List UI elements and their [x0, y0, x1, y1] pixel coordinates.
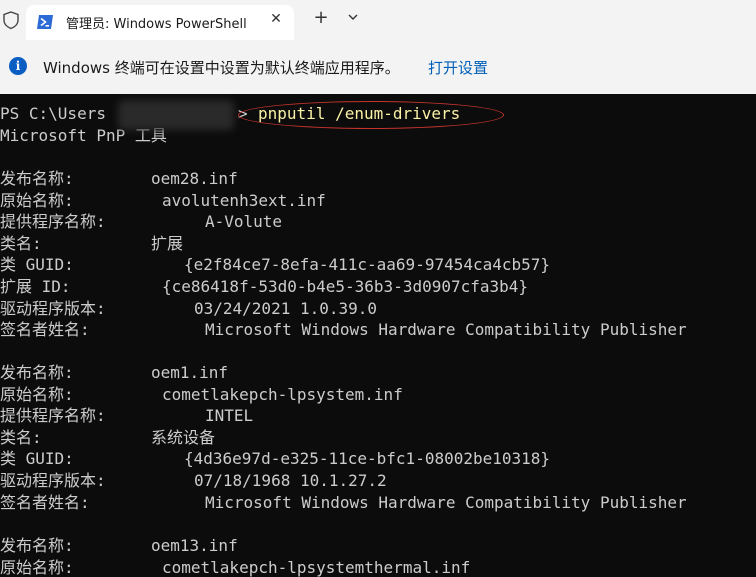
entry-value: Microsoft Windows Hardware Compatibility…	[205, 320, 687, 340]
redacted-username	[118, 100, 234, 130]
entry-value: cometlakepch-lpsystemthermal.inf	[162, 557, 471, 577]
entry-value: A-Volute	[205, 212, 283, 232]
entry-label: 驱动程序版本:	[0, 298, 106, 318]
entry-value: Microsoft Windows Hardware Compatibility…	[205, 492, 687, 512]
entry-value: 03/24/2021 1.0.39.0	[194, 298, 378, 318]
entry-label: 原始名称:	[0, 384, 74, 404]
tab-powershell[interactable]: 管理员: Windows PowerShell ✕	[26, 5, 294, 40]
default-terminal-infobar: i Windows 终端可在设置中设置为默认终端应用程序。 打开设置	[0, 40, 756, 94]
entry-label: 签名者姓名:	[0, 320, 90, 340]
entry-value: 系统设备	[151, 427, 216, 447]
entry-value: {ce86418f-53d0-b4e5-36b3-3d0907cfa3b4}	[162, 277, 529, 296]
entry-label: 提供程序名称:	[0, 212, 106, 232]
entry-value: avolutenh3ext.inf	[162, 190, 326, 210]
entry-label: 类 GUID:	[0, 255, 74, 275]
entry-label: 扩展 ID:	[0, 277, 71, 296]
entry-value: {4d36e97d-e325-11ce-bfc1-08002be10318}	[184, 449, 551, 469]
entry-value: 扩展	[151, 233, 184, 253]
infobar-message: Windows 终端可在设置中设置为默认终端应用程序。	[43, 59, 400, 77]
entry-value: INTEL	[205, 406, 254, 426]
new-tab-icon[interactable]: +	[312, 8, 330, 28]
prompt-line: PS C:\Users > pnputil /enum-drivers	[0, 103, 460, 125]
shield-icon	[3, 11, 19, 30]
entry-value: oem13.inf	[151, 536, 238, 555]
entry-value: oem1.inf	[151, 363, 229, 382]
entry-value: oem28.inf	[151, 169, 238, 188]
entry-label: 发布名称:	[0, 169, 74, 188]
entry-label: 提供程序名称:	[0, 406, 106, 426]
entry-label: 类 GUID:	[0, 449, 74, 469]
open-settings-link[interactable]: 打开设置	[428, 57, 488, 78]
tab-title: 管理员: Windows PowerShell	[66, 17, 247, 32]
terminal-output[interactable]: PS C:\Users > pnputil /enum-drivers Micros…	[0, 94, 756, 577]
entry-value: cometlakepch-lpsystem.inf	[162, 384, 403, 404]
entry-label: 发布名称:	[0, 536, 74, 555]
entry-label: 类名:	[0, 233, 42, 253]
entry-label: 驱动程序版本:	[0, 471, 106, 490]
entry-value: 07/18/1968 10.1.27.2	[194, 471, 387, 490]
prompt: PS C:\Users	[0, 104, 106, 123]
entry-label: 类名:	[0, 427, 42, 447]
entry-label: 原始名称:	[0, 557, 74, 577]
entry-label: 发布名称:	[0, 363, 74, 382]
tab-close-icon[interactable]: ✕	[267, 11, 285, 27]
command-highlight-ellipse	[238, 101, 504, 129]
powershell-icon	[37, 15, 53, 29]
info-icon: i	[9, 57, 27, 75]
chevron-down-icon[interactable]	[346, 10, 360, 24]
entry-value: {e2f84ce7-8efa-411c-aa69-97454ca4cb57}	[184, 255, 551, 275]
title-bar: 管理员: Windows PowerShell ✕ +	[0, 0, 756, 40]
entry-label: 原始名称:	[0, 190, 74, 210]
entry-label: 签名者姓名:	[0, 492, 90, 512]
